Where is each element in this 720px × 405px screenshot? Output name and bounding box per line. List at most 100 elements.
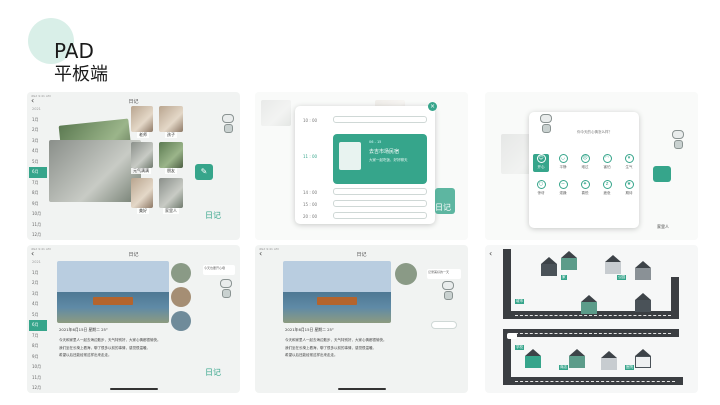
home-indicator bbox=[337, 388, 386, 390]
entry-text[interactable]: 今天和家里人一起去海边散步，天气特别好，大家心情都很愉快。 我们坐在长椅上看海，… bbox=[59, 337, 171, 360]
month-item[interactable]: 8月 bbox=[29, 341, 47, 352]
month-item[interactable]: 9月 bbox=[29, 199, 47, 210]
photo-thumb[interactable] bbox=[159, 178, 183, 208]
place-sign[interactable]: 医院 bbox=[625, 365, 634, 370]
mood-option[interactable]: ▾ 生气 bbox=[621, 154, 637, 172]
month-item[interactable]: 3月 bbox=[29, 289, 47, 300]
house-icon[interactable] bbox=[605, 255, 621, 274]
mood-option[interactable]: ★ 期待 bbox=[621, 180, 637, 198]
tired-icon: z bbox=[602, 180, 612, 189]
edit-button[interactable] bbox=[653, 166, 671, 182]
mood-option[interactable]: − 烦躁 bbox=[555, 180, 571, 198]
month-item[interactable]: 11月 bbox=[29, 220, 47, 231]
photo-thumb[interactable] bbox=[159, 142, 183, 168]
nav-title: 日记 bbox=[128, 252, 139, 258]
month-item-active[interactable]: 6月 bbox=[29, 167, 47, 178]
year-label: 2021 bbox=[32, 260, 41, 264]
event-date: 06 - 15 bbox=[369, 140, 382, 144]
event-card[interactable]: 06 - 15 去吉市场民宿 大家一起吃饭、好好聊天 bbox=[333, 134, 427, 184]
photo-thumb[interactable] bbox=[131, 178, 153, 208]
mood-option[interactable]: ☹ 难过 bbox=[577, 154, 593, 172]
house-icon[interactable] bbox=[601, 351, 617, 370]
place-sign[interactable]: 城市 bbox=[515, 299, 524, 304]
chevron-left-icon[interactable]: ‹ bbox=[489, 249, 492, 258]
month-item[interactable]: 2月 bbox=[29, 278, 47, 289]
edit-button[interactable]: ✎ bbox=[195, 164, 213, 180]
photo-card-main[interactable] bbox=[49, 140, 141, 202]
month-item[interactable]: 10月 bbox=[29, 362, 47, 373]
mood-option-selected[interactable]: ☺ 开心 bbox=[533, 154, 549, 172]
entry-line: 今天和家里人一起去海边散步，天气特别好，大家心情都很愉快。 bbox=[59, 338, 161, 342]
road-marking bbox=[515, 381, 675, 382]
month-item[interactable]: 1月 bbox=[29, 115, 47, 126]
month-item[interactable]: 1月 bbox=[29, 268, 47, 279]
road-marking bbox=[515, 333, 671, 334]
time-slot[interactable] bbox=[333, 116, 427, 123]
nav-title: 日记 bbox=[356, 252, 367, 258]
time-slot[interactable] bbox=[333, 188, 427, 195]
robot-assistant-icon[interactable] bbox=[219, 279, 233, 299]
place-sign[interactable]: 学校 bbox=[515, 345, 524, 350]
entry-text[interactable]: 今天和家里人一起去海边散步，天气特别好，大家心情都很愉快。 我们坐在长椅上看海，… bbox=[285, 337, 397, 360]
photo-caption: 元气满满 bbox=[131, 168, 151, 174]
house-icon[interactable] bbox=[561, 251, 577, 270]
month-item[interactable]: 9月 bbox=[29, 352, 47, 363]
photo-caption: 孩子 bbox=[165, 132, 177, 138]
mood-option[interactable]: z 疲惫 bbox=[599, 180, 615, 198]
robot-assistant-icon[interactable] bbox=[441, 281, 455, 301]
robot-assistant-icon[interactable] bbox=[671, 130, 685, 150]
photo-thumb[interactable] bbox=[131, 142, 153, 168]
month-item[interactable]: 7月 bbox=[29, 178, 47, 189]
month-item[interactable]: 8月 bbox=[29, 188, 47, 199]
month-item[interactable]: 12月 bbox=[29, 230, 47, 240]
avatar[interactable] bbox=[171, 287, 191, 307]
house-icon[interactable] bbox=[569, 349, 585, 368]
time-label: 14 : 00 bbox=[303, 190, 318, 195]
month-item[interactable]: 5月 bbox=[29, 310, 47, 321]
car-icon[interactable] bbox=[507, 333, 517, 339]
month-item[interactable]: 2月 bbox=[29, 125, 47, 136]
diary-photo[interactable] bbox=[283, 261, 391, 323]
mood-option[interactable]: ✦ 喜悦 bbox=[577, 180, 593, 198]
diary-photo[interactable] bbox=[57, 261, 169, 323]
mood-option[interactable]: ○ 惊讶 bbox=[533, 180, 549, 198]
house-icon[interactable] bbox=[541, 257, 557, 276]
edit-icon: ✎ bbox=[200, 167, 208, 176]
calm-icon: ◡ bbox=[558, 154, 568, 163]
time-slot[interactable] bbox=[333, 200, 427, 207]
month-item[interactable]: 12月 bbox=[29, 383, 47, 393]
place-sign[interactable]: 公园 bbox=[617, 275, 626, 280]
month-item[interactable]: 4月 bbox=[29, 299, 47, 310]
month-item[interactable]: 7月 bbox=[29, 331, 47, 342]
place-sign[interactable]: 商店 bbox=[559, 365, 568, 370]
mood-option[interactable]: ◡ 平静 bbox=[555, 154, 571, 172]
avatar[interactable] bbox=[171, 311, 191, 331]
photo-thumb[interactable] bbox=[131, 106, 153, 132]
event-illustration bbox=[339, 142, 361, 170]
house-icon[interactable] bbox=[525, 349, 541, 368]
robot-assistant-icon[interactable] bbox=[539, 114, 553, 134]
month-item[interactable]: 3月 bbox=[29, 136, 47, 147]
time-label: 10 : 00 bbox=[303, 118, 318, 123]
house-icon[interactable] bbox=[635, 261, 651, 280]
place-sign[interactable]: 家 bbox=[561, 275, 567, 280]
avatar[interactable] bbox=[395, 263, 417, 285]
robot-assistant-icon[interactable] bbox=[221, 114, 235, 134]
event-title: 去吉市场民宿 bbox=[369, 149, 400, 155]
house-icon[interactable] bbox=[635, 349, 651, 368]
house-icon[interactable] bbox=[635, 293, 651, 312]
toggle-pill[interactable] bbox=[431, 321, 457, 329]
page-title: PAD bbox=[54, 39, 94, 63]
time-slot[interactable] bbox=[333, 212, 427, 219]
month-item[interactable]: 10月 bbox=[29, 209, 47, 220]
avatar[interactable] bbox=[171, 263, 191, 283]
month-item[interactable]: 4月 bbox=[29, 146, 47, 157]
month-item-active[interactable]: 6月 bbox=[29, 320, 47, 331]
house-icon[interactable] bbox=[581, 295, 597, 314]
month-item[interactable]: 11月 bbox=[29, 373, 47, 384]
month-item[interactable]: 5月 bbox=[29, 157, 47, 168]
photo-thumb[interactable] bbox=[159, 106, 183, 132]
mood-option[interactable]: ◠ 害怕 bbox=[599, 154, 615, 172]
screen-diary-entry-full: iPad 9:41 AM ‹ 日记 2021年6月15日 星期二 25° 今天和… bbox=[255, 245, 468, 393]
close-icon[interactable]: × bbox=[428, 102, 437, 111]
